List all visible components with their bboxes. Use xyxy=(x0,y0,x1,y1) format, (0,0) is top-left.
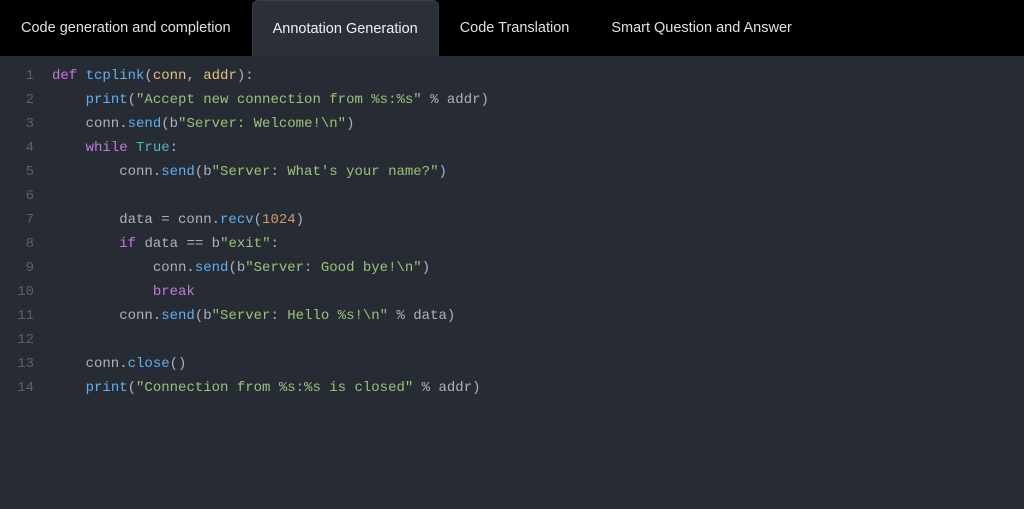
token-id: ): xyxy=(237,68,254,84)
token-id: ) xyxy=(422,260,430,276)
token-id: ( xyxy=(228,260,236,276)
tab-annotation-generation[interactable]: Annotation Generation xyxy=(252,0,439,56)
token-id: ( xyxy=(254,212,262,228)
token-id: b xyxy=(170,116,178,132)
code-line[interactable]: conn.send(b"Server: Hello %s!\n" % data) xyxy=(44,304,1024,328)
token-id: data = conn. xyxy=(52,212,220,228)
token-id: : xyxy=(170,140,178,156)
token-fn: send xyxy=(161,308,195,324)
line-number: 3 xyxy=(0,112,34,136)
token-param: conn xyxy=(153,68,187,84)
line-number: 12 xyxy=(0,328,34,352)
code-line[interactable]: conn.send(b"Server: What's your name?") xyxy=(44,160,1024,184)
code-line[interactable]: print("Connection from %s:%s is closed" … xyxy=(44,376,1024,400)
tab-bar: Code generation and completionAnnotation… xyxy=(0,0,1024,56)
token-str: "Accept new connection from %s:%s" xyxy=(136,92,422,108)
line-number: 6 xyxy=(0,184,34,208)
token-id xyxy=(52,284,153,300)
token-id: ( xyxy=(128,380,136,396)
code-line[interactable] xyxy=(44,328,1024,352)
token-id: b xyxy=(203,308,211,324)
token-id xyxy=(52,92,86,108)
token-bool: True xyxy=(136,140,170,156)
token-kw: if xyxy=(119,236,144,252)
code-line[interactable]: print("Accept new connection from %s:%s"… xyxy=(44,88,1024,112)
token-fn: send xyxy=(195,260,229,276)
code-line[interactable]: def tcplink(conn, addr): xyxy=(44,64,1024,88)
token-str: "Server: Welcome!\n" xyxy=(178,116,346,132)
code-line[interactable]: if data == b"exit": xyxy=(44,232,1024,256)
token-id: conn. xyxy=(52,260,195,276)
token-fn: print xyxy=(86,380,128,396)
line-number: 10 xyxy=(0,280,34,304)
token-id: ) xyxy=(346,116,354,132)
token-id: ( xyxy=(144,68,152,84)
token-id: b xyxy=(237,260,245,276)
line-number: 13 xyxy=(0,352,34,376)
token-fn: send xyxy=(128,116,162,132)
token-id: conn. xyxy=(52,164,161,180)
token-id xyxy=(52,380,86,396)
token-id: conn. xyxy=(52,116,128,132)
line-number: 11 xyxy=(0,304,34,328)
token-id: b xyxy=(203,164,211,180)
token-kw: while xyxy=(86,140,136,156)
code-content[interactable]: def tcplink(conn, addr): print("Accept n… xyxy=(44,56,1024,509)
token-id: ( xyxy=(161,116,169,132)
token-str: "exit" xyxy=(220,236,270,252)
code-line[interactable]: conn.send(b"Server: Welcome!\n") xyxy=(44,112,1024,136)
token-kw: def xyxy=(52,68,86,84)
token-id: data == xyxy=(144,236,211,252)
token-id: , xyxy=(186,68,203,84)
tab-code-generation-and-completion[interactable]: Code generation and completion xyxy=(0,0,252,56)
line-number: 4 xyxy=(0,136,34,160)
code-line[interactable]: conn.send(b"Server: Good bye!\n") xyxy=(44,256,1024,280)
token-fn: close xyxy=(128,356,170,372)
token-kw: break xyxy=(153,284,195,300)
line-number: 8 xyxy=(0,232,34,256)
token-param: addr xyxy=(203,68,237,84)
token-id: ) xyxy=(296,212,304,228)
line-number: 1 xyxy=(0,64,34,88)
token-fn: send xyxy=(161,164,195,180)
token-id: : xyxy=(270,236,278,252)
code-editor[interactable]: 1234567891011121314 def tcplink(conn, ad… xyxy=(0,56,1024,509)
code-line[interactable]: data = conn.recv(1024) xyxy=(44,208,1024,232)
token-fn: print xyxy=(86,92,128,108)
token-id: % addr) xyxy=(413,380,480,396)
token-str: "Connection from %s:%s is closed" xyxy=(136,380,413,396)
code-line[interactable]: break xyxy=(44,280,1024,304)
code-line[interactable] xyxy=(44,184,1024,208)
token-id: () xyxy=(170,356,187,372)
token-str: "Server: What's your name?" xyxy=(212,164,439,180)
token-id: ( xyxy=(128,92,136,108)
token-id: ( xyxy=(195,164,203,180)
token-id: % addr) xyxy=(422,92,489,108)
token-id: b xyxy=(212,236,220,252)
token-id xyxy=(52,140,86,156)
token-str: "Server: Good bye!\n" xyxy=(245,260,421,276)
token-id: ) xyxy=(438,164,446,180)
token-id: % data) xyxy=(388,308,455,324)
line-number: 14 xyxy=(0,376,34,400)
token-num: 1024 xyxy=(262,212,296,228)
line-number: 2 xyxy=(0,88,34,112)
tab-smart-question-and-answer[interactable]: Smart Question and Answer xyxy=(590,0,813,56)
tab-code-translation[interactable]: Code Translation xyxy=(439,0,591,56)
code-line[interactable]: conn.close() xyxy=(44,352,1024,376)
line-number: 5 xyxy=(0,160,34,184)
token-str: "Server: Hello %s!\n" xyxy=(212,308,388,324)
line-number: 9 xyxy=(0,256,34,280)
code-line[interactable]: while True: xyxy=(44,136,1024,160)
token-fn: recv xyxy=(220,212,254,228)
token-id: conn. xyxy=(52,356,128,372)
token-id: ( xyxy=(195,308,203,324)
line-number-gutter: 1234567891011121314 xyxy=(0,56,44,509)
line-number: 7 xyxy=(0,208,34,232)
token-fn: tcplink xyxy=(86,68,145,84)
token-id: conn. xyxy=(52,308,161,324)
token-id xyxy=(52,236,119,252)
